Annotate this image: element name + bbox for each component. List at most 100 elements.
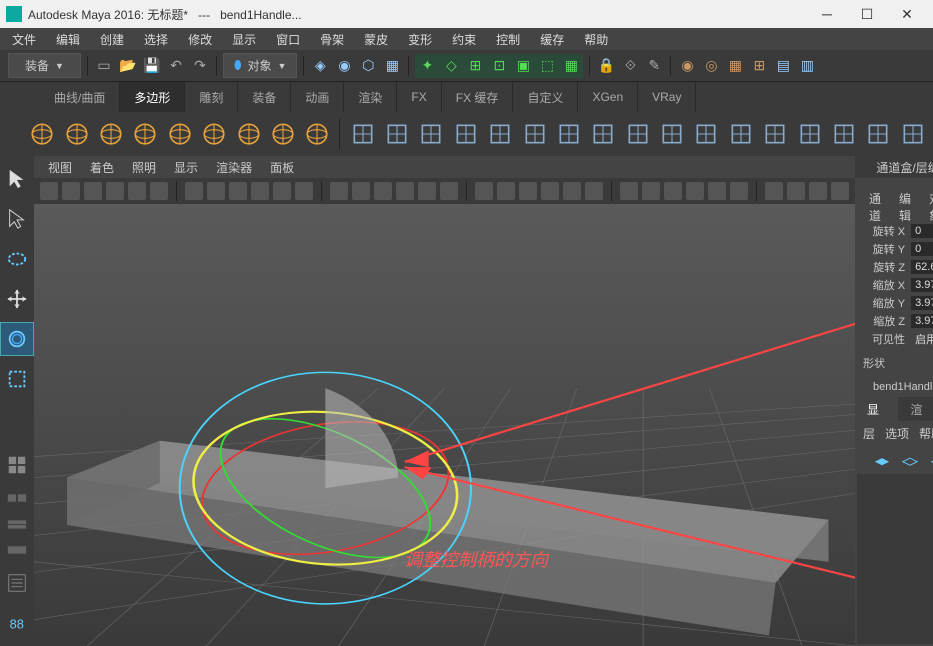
poly-tool-merge-icon[interactable]	[727, 118, 755, 150]
selection-mode-dropdown[interactable]: ⬮对象▼	[223, 53, 297, 78]
poly-tool-bridge-icon[interactable]	[520, 118, 548, 150]
scale-tool-icon[interactable]	[0, 362, 34, 396]
poly-tool-boolean-icon[interactable]	[486, 118, 514, 150]
poly-tool-separate-icon[interactable]	[383, 118, 411, 150]
viewport-tool-29-icon[interactable]	[730, 182, 748, 200]
menu-缓存[interactable]: 缓存	[530, 28, 574, 51]
select-mask-icon[interactable]: ◉	[334, 56, 354, 76]
poly-torus-icon[interactable]	[200, 118, 228, 150]
ch-value[interactable]: 3.974	[911, 296, 933, 310]
viewport-tool-4-icon[interactable]	[128, 182, 146, 200]
render-icon[interactable]: ▦	[725, 56, 745, 76]
render-icon[interactable]: ◉	[677, 56, 697, 76]
viewport-tool-12-icon[interactable]	[330, 182, 348, 200]
menu-显示[interactable]: 显示	[222, 28, 266, 51]
menu-文件[interactable]: 文件	[2, 28, 46, 51]
layer-tab-渲染[interactable]: 渲染	[898, 397, 933, 421]
menu-修改[interactable]: 修改	[178, 28, 222, 51]
render-icon[interactable]: ◎	[701, 56, 721, 76]
snap-icon[interactable]: ⊞	[465, 56, 485, 76]
shelf-tab-4[interactable]: 动画	[291, 82, 344, 112]
panel-icon[interactable]: ▥	[797, 56, 817, 76]
shelf-tab-10[interactable]: VRay	[638, 82, 696, 112]
poly-tool-extract-icon[interactable]	[417, 118, 445, 150]
viewport-tool-17-icon[interactable]	[440, 182, 458, 200]
layer-empty-icon[interactable]	[901, 452, 919, 466]
snap-icon[interactable]: ✦	[417, 56, 437, 76]
lasso-tool-icon[interactable]	[0, 202, 34, 236]
viewport-tool-32-icon[interactable]	[809, 182, 827, 200]
menu-编辑[interactable]: 编辑	[46, 28, 90, 51]
viewport-tool-28-icon[interactable]	[708, 182, 726, 200]
menu-创建[interactable]: 创建	[90, 28, 134, 51]
menu-控制[interactable]: 控制	[486, 28, 530, 51]
layout-grid-icon[interactable]	[0, 448, 34, 482]
viewport-tool-9-icon[interactable]	[251, 182, 269, 200]
timecode-icon[interactable]: 88	[0, 606, 34, 640]
layer-tab-显示[interactable]: 显示	[855, 397, 898, 421]
viewport-tool-20-icon[interactable]	[519, 182, 537, 200]
outliner-icon[interactable]	[0, 566, 34, 600]
menu-约束[interactable]: 约束	[442, 28, 486, 51]
poly-tool-collapse-icon[interactable]	[795, 118, 823, 150]
viewport-tool-24-icon[interactable]	[620, 182, 638, 200]
viewport-tool-2-icon[interactable]	[84, 182, 102, 200]
viewport-tool-5-icon[interactable]	[150, 182, 168, 200]
viewmenu-渲染器[interactable]: 渲染器	[208, 157, 260, 178]
open-scene-icon[interactable]: 📂	[118, 56, 138, 76]
poly-plane-icon[interactable]	[166, 118, 194, 150]
ch-value[interactable]: 3.974	[911, 314, 933, 328]
lock-icon[interactable]: 🔒	[596, 56, 616, 76]
render-icon[interactable]: ⊞	[749, 56, 769, 76]
viewport-tool-26-icon[interactable]	[664, 182, 682, 200]
poly-tool-target-icon[interactable]	[761, 118, 789, 150]
menu-蒙皮[interactable]: 蒙皮	[354, 28, 398, 51]
poly-prism-icon[interactable]	[234, 118, 262, 150]
poly-tool-insert-icon[interactable]	[692, 118, 720, 150]
workspace-mode-dropdown[interactable]: 装备▼	[8, 53, 81, 78]
shelf-tab-1[interactable]: 多边形	[120, 82, 185, 112]
viewport-tool-0-icon[interactable]	[40, 182, 58, 200]
layer-add-icon[interactable]: +	[929, 452, 933, 466]
viewmenu-面板[interactable]: 面板	[262, 157, 302, 178]
new-scene-icon[interactable]: ▭	[94, 56, 114, 76]
shelf-tab-9[interactable]: XGen	[578, 82, 638, 112]
poly-cube-icon[interactable]	[62, 118, 90, 150]
shelf-tab-2[interactable]: 雕刻	[185, 82, 238, 112]
layermenu-选项[interactable]: 选项	[885, 425, 909, 442]
paint-select-tool-icon[interactable]	[0, 242, 34, 276]
layout-v-icon[interactable]	[0, 514, 34, 534]
layout-h-icon[interactable]	[0, 488, 34, 508]
snap-icon[interactable]: ▦	[561, 56, 581, 76]
close-button[interactable]: ✕	[887, 0, 927, 28]
select-tool-icon[interactable]	[0, 162, 34, 196]
layermenu-帮助[interactable]: 帮助	[919, 425, 933, 442]
rotate-tool-icon[interactable]	[0, 322, 34, 356]
poly-tool-mirror-icon[interactable]	[830, 118, 858, 150]
shelf-tab-0[interactable]: 曲线/曲面	[40, 82, 120, 112]
shape-node[interactable]: bend1HandleShape	[855, 378, 933, 396]
shelf-tab-5[interactable]: 渲染	[344, 82, 397, 112]
viewport-tool-25-icon[interactable]	[642, 182, 660, 200]
poly-pyramid-icon[interactable]	[269, 118, 297, 150]
viewmenu-视图[interactable]: 视图	[40, 157, 80, 178]
poly-sphere-icon[interactable]	[28, 118, 56, 150]
viewport-tool-22-icon[interactable]	[563, 182, 581, 200]
poly-tool-extrude-icon[interactable]	[589, 118, 617, 150]
menu-选择[interactable]: 选择	[134, 28, 178, 51]
shelf-tab-8[interactable]: 自定义	[513, 82, 578, 112]
ch-value[interactable]: 启用	[911, 330, 933, 348]
undo-icon[interactable]: ↶	[166, 56, 186, 76]
viewport-tool-30-icon[interactable]	[765, 182, 783, 200]
tool-icon[interactable]: ⟐	[620, 56, 640, 76]
shelf-tab-7[interactable]: FX 缓存	[442, 82, 514, 112]
panel-icon[interactable]: ▤	[773, 56, 793, 76]
viewport-tool-13-icon[interactable]	[352, 182, 370, 200]
shelf-tab-3[interactable]: 装备	[238, 82, 291, 112]
maximize-button[interactable]: ☐	[847, 0, 887, 28]
viewport-tool-11-icon[interactable]	[295, 182, 313, 200]
ch-value[interactable]: 3.974	[911, 278, 933, 292]
ch-value[interactable]: 0	[911, 224, 933, 238]
viewport-tool-31-icon[interactable]	[787, 182, 805, 200]
viewport-tool-1-icon[interactable]	[62, 182, 80, 200]
